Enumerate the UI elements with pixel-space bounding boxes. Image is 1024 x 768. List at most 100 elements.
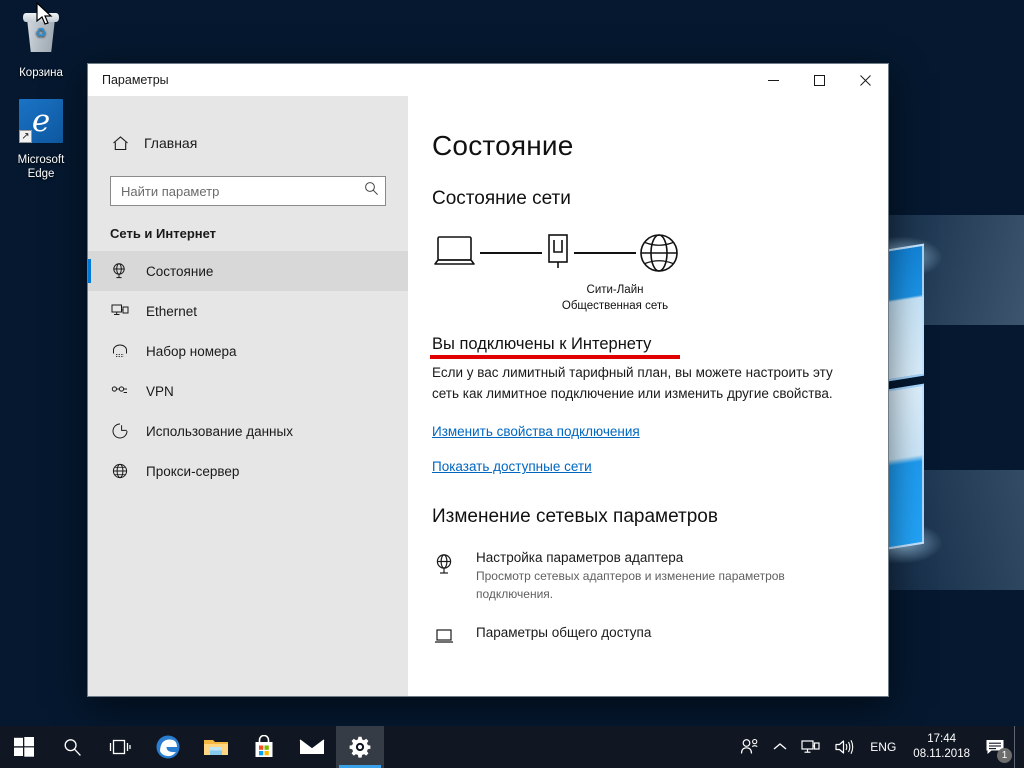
option-sharing-settings[interactable]: Параметры общего доступа bbox=[432, 625, 888, 651]
edge-button[interactable] bbox=[144, 726, 192, 768]
people-icon bbox=[741, 738, 758, 754]
window-title: Параметры bbox=[102, 73, 169, 87]
network-button[interactable] bbox=[794, 726, 827, 768]
search-button[interactable] bbox=[48, 726, 96, 768]
sidebar-item-vpn[interactable]: VPN bbox=[88, 371, 408, 411]
globe-icon bbox=[636, 232, 682, 283]
sidebar-item-label: Прокси-сервер bbox=[146, 463, 240, 479]
maximize-button[interactable] bbox=[796, 64, 842, 96]
clock-time: 17:44 bbox=[927, 733, 957, 745]
maximize-icon bbox=[813, 74, 825, 86]
change-network-settings-heading: Изменение сетевых параметров bbox=[432, 506, 718, 527]
sidebar-item-status[interactable]: Состояние bbox=[88, 251, 408, 291]
windows-logo-icon bbox=[14, 737, 34, 757]
desktop[interactable]: ♻ Корзина e ↗ Microsoft Edge Параметры Г… bbox=[0, 0, 1024, 768]
network-icon bbox=[801, 740, 820, 753]
network-diagram-labels: Сити-Лайн Общественная сеть bbox=[520, 282, 710, 314]
edge-icon bbox=[156, 735, 180, 759]
ethernet-icon bbox=[110, 301, 130, 321]
home-icon bbox=[110, 133, 130, 153]
sidebar-item-label: Использование данных bbox=[146, 423, 293, 439]
task-view-button[interactable] bbox=[96, 726, 144, 768]
action-center-button[interactable]: 1 bbox=[978, 726, 1014, 768]
search-input[interactable] bbox=[121, 183, 364, 199]
clock[interactable]: 17:44 08.11.2018 bbox=[905, 726, 978, 768]
language-indicator[interactable]: ENG bbox=[861, 726, 905, 768]
start-button[interactable] bbox=[0, 726, 48, 768]
shortcut-arrow-icon: ↗ bbox=[19, 130, 32, 143]
connection-status-description: Если у вас лимитный тарифный план, вы мо… bbox=[432, 365, 833, 401]
desktop-icon-label-line2: Edge bbox=[27, 168, 55, 180]
window-titlebar[interactable]: Параметры bbox=[88, 64, 888, 96]
data-usage-icon bbox=[110, 421, 130, 441]
search-icon bbox=[64, 738, 81, 756]
window-controls[interactable] bbox=[750, 64, 888, 96]
chevron-up-icon bbox=[773, 743, 787, 750]
adapter-globe-icon bbox=[432, 550, 458, 603]
sidebar-item-label: Ethernet bbox=[146, 303, 198, 319]
desktop-icon-microsoft-edge[interactable]: e ↗ Microsoft Edge bbox=[2, 96, 80, 181]
network-status-heading: Состояние сети bbox=[432, 188, 571, 209]
taskbar[interactable]: ENG 17:44 08.11.2018 1 bbox=[0, 726, 1024, 768]
dialup-icon bbox=[110, 341, 130, 361]
close-button[interactable] bbox=[842, 64, 888, 96]
task-view-icon bbox=[109, 739, 131, 754]
sidebar-item-data-usage[interactable]: Использование данных bbox=[88, 411, 408, 451]
connection-status-label: Вы подключены к Интернету bbox=[432, 335, 652, 353]
network-type: Общественная сеть bbox=[561, 300, 669, 312]
sidebar-item-label: Состояние bbox=[146, 263, 214, 279]
red-underline-annotation bbox=[430, 355, 680, 359]
sidebar-item-label: VPN bbox=[146, 383, 174, 399]
desktop-icon-label: Microsoft bbox=[17, 154, 65, 166]
system-tray[interactable]: ENG 17:44 08.11.2018 1 bbox=[733, 726, 1024, 768]
minimize-icon bbox=[767, 79, 779, 81]
edge-icon: e ↗ bbox=[2, 99, 80, 149]
option-subtitle: Просмотр сетевых адаптеров и изменение п… bbox=[476, 569, 785, 601]
sidebar-category-title: Сеть и Интернет bbox=[110, 226, 217, 241]
close-icon bbox=[859, 74, 871, 86]
envelope-icon bbox=[299, 739, 325, 754]
option-title: Параметры общего доступа bbox=[476, 625, 652, 640]
network-name: Сити-Лайн bbox=[586, 284, 644, 296]
search-icon[interactable] bbox=[364, 181, 379, 201]
sharing-icon bbox=[432, 625, 458, 651]
notification-count-badge: 1 bbox=[997, 748, 1012, 763]
settings-window[interactable]: Параметры Главная Найти параметр Сеть и … bbox=[88, 64, 888, 696]
globe-monitor-icon bbox=[110, 261, 130, 281]
connection-line-left bbox=[480, 232, 542, 274]
option-adapter-settings[interactable]: Настройка параметров адаптера Просмотр с… bbox=[432, 550, 888, 603]
settings-sidebar[interactable]: Главная Сеть и Интернет bbox=[88, 96, 408, 696]
store-bag-icon bbox=[255, 735, 273, 757]
microsoft-store-button[interactable] bbox=[240, 726, 288, 768]
sidebar-item-label: Главная bbox=[144, 135, 198, 151]
mouse-cursor bbox=[36, 2, 53, 25]
sidebar-item-home[interactable]: Главная bbox=[88, 126, 408, 160]
network-diagram: Сити-Лайн Общественная сеть bbox=[432, 232, 732, 312]
file-explorer-button[interactable] bbox=[192, 726, 240, 768]
show-desktop-button[interactable] bbox=[1014, 726, 1022, 768]
sidebar-item-dialup[interactable]: Набор номера bbox=[88, 331, 408, 371]
show-hidden-icons-button[interactable] bbox=[766, 726, 794, 768]
link-change-connection-properties[interactable]: Изменить свойства подключения bbox=[432, 424, 888, 439]
settings-button[interactable] bbox=[336, 726, 384, 768]
vpn-icon bbox=[110, 381, 130, 401]
ethernet-port-icon bbox=[542, 232, 574, 283]
sidebar-item-proxy[interactable]: Прокси-сервер bbox=[88, 451, 408, 491]
sidebar-item-ethernet[interactable]: Ethernet bbox=[88, 291, 408, 331]
volume-button[interactable] bbox=[827, 726, 861, 768]
sidebar-item-label: Набор номера bbox=[146, 343, 237, 359]
mail-button[interactable] bbox=[288, 726, 336, 768]
laptop-icon bbox=[432, 232, 480, 279]
minimize-button[interactable] bbox=[750, 64, 796, 96]
proxy-globe-icon bbox=[110, 461, 130, 481]
link-show-available-networks[interactable]: Показать доступные сети bbox=[432, 459, 888, 474]
desktop-icon-label: Корзина bbox=[19, 67, 63, 79]
people-button[interactable] bbox=[733, 726, 766, 768]
folder-icon bbox=[204, 740, 228, 755]
connection-line-right bbox=[574, 232, 636, 274]
gear-icon bbox=[349, 736, 371, 758]
settings-content: Состояние Состояние сети Сити-Лайн Общес… bbox=[408, 96, 888, 696]
sidebar-search[interactable] bbox=[88, 160, 408, 206]
connection-status-text: Вы подключены к Интернету bbox=[430, 335, 680, 359]
page-title: Состояние bbox=[432, 130, 574, 161]
